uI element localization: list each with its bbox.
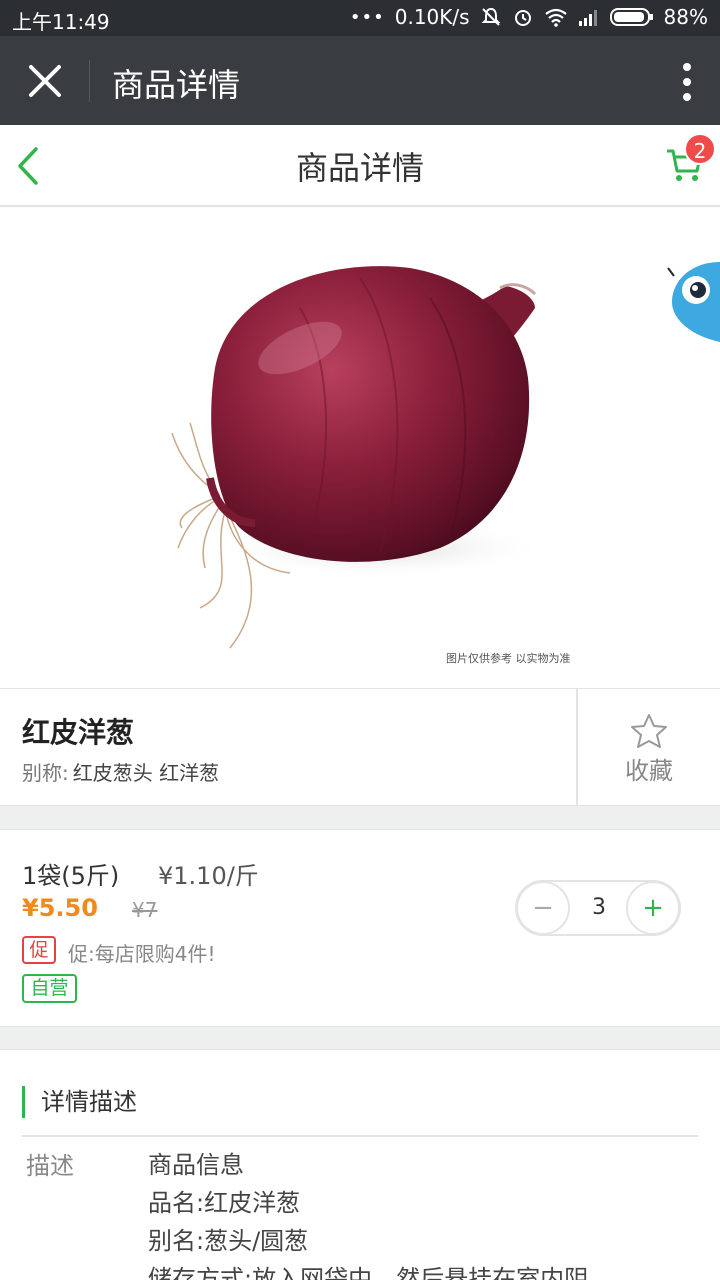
package-spec: 1袋(5斤) xyxy=(22,862,120,890)
quantity-value[interactable]: 3 xyxy=(571,882,627,934)
status-time: 上午11:49 xyxy=(12,10,110,34)
status-dots: ••• xyxy=(349,6,385,28)
status-bar: 上午11:49 ••• 0.10K/s 88% xyxy=(0,0,720,36)
detail-lines: 商品信息 品名:红皮洋葱 别名:葱头/圆葱 储存方式:放入网袋中，然后悬挂在室内… xyxy=(148,1146,588,1280)
alias-value: 红皮葱头 红洋葱 xyxy=(72,761,220,785)
star-icon xyxy=(631,714,667,748)
more-icon[interactable] xyxy=(682,62,692,102)
detail-line: 储存方式:放入网袋中，然后悬挂在室内阴 xyxy=(148,1265,589,1280)
network-speed: 0.10K/s xyxy=(394,5,470,29)
alias-label: 别称: xyxy=(22,761,69,785)
alarm-icon xyxy=(514,10,531,26)
detail-line: 品名:红皮洋葱 xyxy=(148,1189,301,1217)
original-price: ¥7 xyxy=(132,898,158,922)
increase-button[interactable]: + xyxy=(626,881,680,935)
webview-titlebar: 商品详情 xyxy=(0,36,720,125)
page-header: 商品详情 2 xyxy=(0,125,720,207)
page-title: 商品详情 xyxy=(295,149,424,187)
wifi-icon xyxy=(544,8,567,27)
product-name: 红皮洋葱 xyxy=(22,716,135,749)
webview-title: 商品详情 xyxy=(112,66,241,104)
self-operated-badge: 自营 xyxy=(22,974,77,1003)
product-alias: 别称: 红皮葱头 红洋葱 xyxy=(22,757,219,786)
image-caption: 图片仅供参考 以实物为准 xyxy=(446,652,571,665)
section-gap xyxy=(0,806,720,830)
battery-icon xyxy=(609,8,653,26)
detail-section: 详情描述 描述 商品信息 品名:红皮洋葱 别名:葱头/圆葱 储存方式:放入网袋中… xyxy=(0,1050,720,1280)
detail-section-title: 详情描述 xyxy=(22,1086,137,1118)
close-icon[interactable] xyxy=(22,58,68,104)
promo-text: 促:每店限购4件! xyxy=(68,942,216,966)
cart-badge: 2 xyxy=(684,133,716,165)
product-image: 图片仅供参考 以实物为准 xyxy=(0,208,720,688)
detail-label: 描述 xyxy=(26,1152,74,1180)
floating-assistant-icon[interactable] xyxy=(662,260,720,344)
promo-badge: 促 xyxy=(22,936,56,964)
sale-price: ¥5.50 xyxy=(22,894,98,922)
signal-icon xyxy=(578,10,597,26)
battery-percent: 88% xyxy=(663,5,708,29)
price-section: 1袋(5斤) ¥1.10/斤 ¥5.50 ¥7 促 促:每店限购4件! 自营 −… xyxy=(0,830,720,1026)
favorite-button[interactable]: 收藏 xyxy=(578,689,720,805)
onion-illustration xyxy=(171,266,550,649)
quantity-stepper: − 3 + xyxy=(515,880,681,936)
unit-price: ¥1.10/斤 xyxy=(158,862,259,890)
favorite-label: 收藏 xyxy=(625,757,673,785)
section-gap xyxy=(0,1026,720,1050)
product-name-row: 红皮洋葱 别称: 红皮葱头 红洋葱 收藏 xyxy=(0,688,720,806)
detail-divider xyxy=(22,1135,698,1137)
mute-icon xyxy=(481,7,500,26)
detail-line: 别名:葱头/圆葱 xyxy=(148,1227,309,1255)
titlebar-divider xyxy=(89,60,90,102)
status-right: ••• 0.10K/s 88% xyxy=(350,5,708,29)
detail-line: 商品信息 xyxy=(148,1151,244,1179)
decrease-button[interactable]: − xyxy=(516,881,570,935)
